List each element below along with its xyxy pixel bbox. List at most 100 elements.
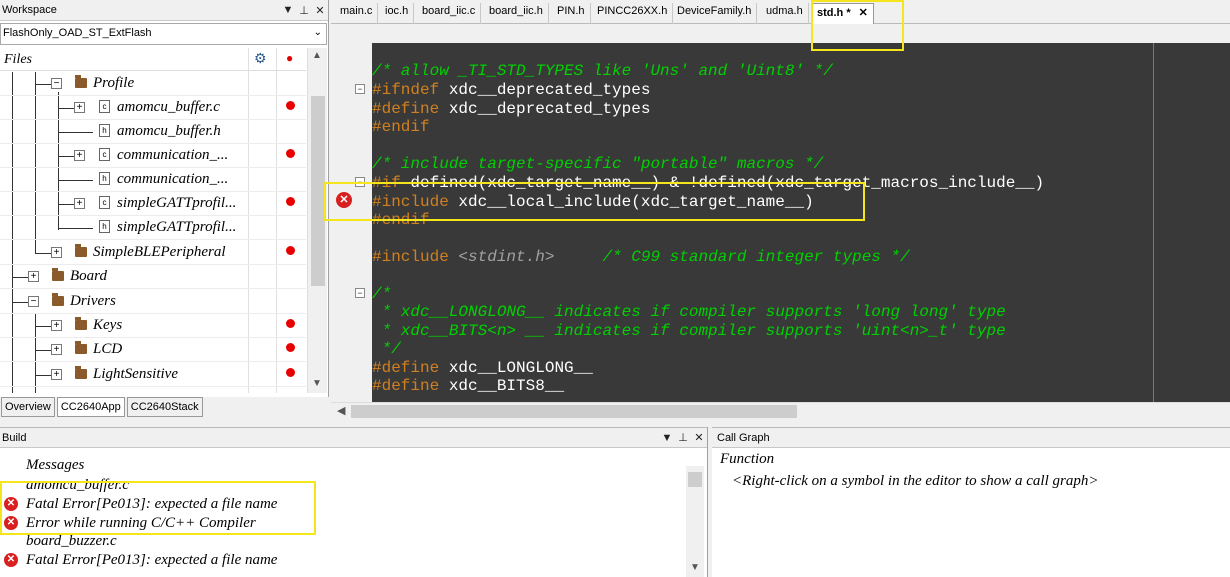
tree-item-lightsensitive[interactable]: + LightSensitive [0, 363, 306, 387]
tree-item-label: amomcu_buffer.c [117, 99, 220, 115]
dropdown-arrow-icon[interactable]: ▼ [280, 4, 296, 16]
code-include-path: <stdint.h> [448, 248, 555, 266]
collapse-icon[interactable]: − [51, 78, 62, 89]
tree-item-simplegattprofile-c[interactable]: + c simpleGATTprofil... [0, 192, 306, 216]
call-graph-function-header: Function [720, 451, 775, 467]
expand-icon[interactable]: + [74, 102, 85, 113]
code-comment: /* [372, 285, 392, 303]
tab-overview[interactable]: Overview [1, 397, 55, 417]
tree-line [12, 277, 28, 278]
tree-item-label: Profile [93, 75, 135, 91]
tab-devicefamily-h[interactable]: DeviceFamily.h [672, 3, 758, 24]
code-line: #define xdc__deprecated_types [372, 100, 650, 119]
close-icon[interactable]: ✕ [691, 431, 707, 444]
call-graph-title: Call Graph [717, 431, 770, 444]
scroll-down-icon[interactable]: ▼ [312, 378, 322, 389]
tab-main-c[interactable]: main.c [335, 3, 379, 24]
editor-horizontal-scrollbar[interactable]: ◀ [331, 402, 1230, 420]
scrollbar-thumb[interactable] [351, 405, 797, 418]
expand-icon[interactable]: + [51, 344, 62, 355]
scrollbar-thumb[interactable] [688, 472, 702, 487]
code-comment: /* include target-specific "portable" ma… [372, 155, 824, 173]
error-dot-icon [286, 149, 295, 158]
code-keyword: #endif [372, 118, 430, 136]
code-comment: /* allow _TI_STD_TYPES like 'Uns' and 'U… [372, 62, 833, 80]
expand-icon[interactable]: + [51, 320, 62, 331]
tree-item-board[interactable]: + Board [0, 265, 306, 289]
file-icon: h [99, 124, 110, 137]
expand-icon[interactable]: + [74, 150, 85, 161]
code-comment: * xdc__LONGLONG__ indicates if compiler … [372, 303, 1006, 321]
expand-icon[interactable]: + [74, 198, 85, 209]
tab-cc2640app[interactable]: CC2640App [56, 397, 125, 417]
gear-icon[interactable]: ⚙ [254, 50, 267, 67]
tab-pin-h[interactable]: PIN.h [552, 3, 591, 24]
code-line: #include <stdint.h> /* C99 standard inte… [372, 248, 910, 267]
tree-item-amomcu-buffer-c[interactable]: + c amomcu_buffer.c [0, 96, 306, 120]
scroll-up-icon[interactable]: ▲ [312, 50, 322, 61]
folder-icon [52, 293, 64, 306]
tree-item-simplegattprofile-h[interactable]: h simpleGATTprofil... [0, 216, 306, 240]
scroll-down-icon[interactable]: ▼ [690, 562, 700, 573]
fold-icon[interactable]: − [355, 84, 365, 94]
build-messages-header: Messages [26, 457, 85, 473]
tree-item-simplebleperipheral[interactable]: + SimpleBLEPeripheral [0, 241, 306, 265]
code-keyword: #define [372, 100, 440, 118]
build-message[interactable]: board_buzzer.c [26, 533, 117, 550]
code-comment: */ [372, 340, 401, 358]
code-keyword: #include [372, 248, 449, 266]
expand-icon[interactable]: + [51, 369, 62, 380]
tree-item-lcd[interactable]: + LCD [0, 338, 306, 362]
tree-item-communication-c[interactable]: + c communication_... [0, 144, 306, 168]
tree-line [58, 204, 74, 205]
highlight-box-build-errors [0, 481, 316, 535]
files-header-label: Files [4, 52, 32, 67]
expand-icon[interactable]: + [51, 247, 62, 258]
code-comment: /* C99 standard integer types */ [554, 248, 910, 266]
tab-pincc26xx-h[interactable]: PINCC26XX.h [592, 3, 674, 24]
tree-line [35, 326, 51, 327]
tree-line [35, 375, 51, 376]
close-icon[interactable]: ✕ [312, 4, 328, 17]
error-dot-icon [286, 319, 295, 328]
tab-board-iic-h[interactable]: board_iic.h [484, 3, 549, 24]
pin-icon[interactable]: ⊥ [296, 4, 312, 17]
pin-icon[interactable]: ⊥ [675, 431, 691, 444]
scroll-left-icon[interactable]: ◀ [337, 404, 345, 417]
tree-item-amomcu-buffer-h[interactable]: h amomcu_buffer.h [0, 120, 306, 144]
tree-item-label: simpleGATTprofil... [117, 219, 237, 235]
tree-item-profile[interactable]: − Profile [0, 72, 306, 96]
code-line: #define xdc__LONGLONG__ [372, 359, 593, 378]
code-identifier: xdc__LONGLONG__ [439, 359, 593, 377]
code-identifier: xdc__BITS8__ [439, 377, 565, 395]
build-message-error[interactable]: Fatal Error[Pe013]: expected a file name [26, 552, 277, 569]
expand-icon[interactable]: + [28, 271, 39, 282]
files-header[interactable]: Files ⚙ ● [0, 48, 306, 71]
tab-udma-h[interactable]: udma.h [761, 3, 809, 24]
fold-icon[interactable]: − [355, 288, 365, 298]
tree-item-label: communication_... [117, 147, 229, 163]
tree-line [58, 156, 74, 157]
call-graph-title-bar: Call Graph [712, 427, 1230, 448]
code-editor[interactable]: − − − ✕ /* allow _TI_STD_TYPES like 'Uns… [331, 43, 1230, 402]
build-scrollbar[interactable]: ▼ [686, 466, 704, 577]
configuration-select[interactable]: FlashOnly_OAD_ST_ExtFlash ⌄ [0, 23, 327, 45]
code-line: #endif [372, 118, 430, 137]
tree-item-communication-h[interactable]: h communication_... [0, 168, 306, 192]
dropdown-arrow-icon[interactable]: ▼ [659, 432, 675, 444]
build-title-bar: Build ▼ ⊥ ✕ [0, 427, 707, 448]
tree-line [58, 180, 93, 181]
tab-ioc-h[interactable]: ioc.h [380, 3, 415, 24]
scrollbar-thumb[interactable] [311, 96, 325, 286]
tree-item-label: SimpleBLEPeripheral [93, 244, 226, 260]
tab-board-iic-c[interactable]: board_iic.c [417, 3, 482, 24]
code-margin-area [1153, 43, 1230, 402]
file-icon: c [99, 196, 110, 209]
error-dot-icon [286, 343, 295, 352]
tree-item-drivers[interactable]: − Drivers [0, 290, 306, 314]
tab-cc2640stack[interactable]: CC2640Stack [126, 397, 203, 417]
tree-item-keys[interactable]: + Keys [0, 314, 306, 338]
workspace-tabs: Overview CC2640App CC2640Stack [0, 397, 329, 420]
collapse-icon[interactable]: − [28, 296, 39, 307]
code-text[interactable]: /* allow _TI_STD_TYPES like 'Uns' and 'U… [372, 43, 1153, 402]
